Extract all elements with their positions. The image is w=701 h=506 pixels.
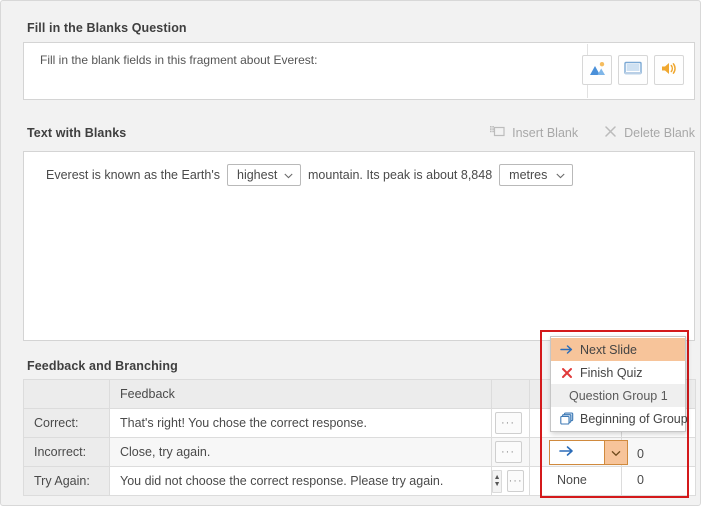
dropdown-item-label: Finish Quiz [580, 365, 643, 380]
arrow-right-icon [559, 344, 574, 355]
stepper-up-icon[interactable]: ▲ [494, 474, 501, 481]
row-feedback-correct[interactable]: That's right! You chose the correct resp… [109, 408, 492, 438]
blank-dropdown-1[interactable]: highest [227, 164, 301, 186]
branch-value-try-again[interactable]: None [557, 473, 587, 487]
group-copy-icon [559, 412, 574, 425]
media-toolbar [582, 55, 684, 85]
row-feedback-incorrect[interactable]: Close, try again. [109, 437, 492, 467]
quiz-editor-window: Fill in the Blanks Question Fill in the … [0, 0, 701, 506]
feedback-section-title: Feedback and Branching [27, 359, 178, 373]
branching-combobox[interactable] [549, 440, 628, 465]
arrow-right-icon [559, 445, 575, 460]
blank-dropdown-1-value: highest [237, 168, 278, 182]
question-text-box[interactable]: Fill in the blank fields in this fragmen… [23, 42, 695, 100]
row-more-incorrect: ··· [491, 437, 530, 467]
row-label-correct: Correct: [23, 408, 110, 438]
more-options-button[interactable]: ··· [494, 412, 522, 434]
dropdown-group-label: Question Group 1 [569, 388, 668, 403]
row-feedback-try-again[interactable]: You did not choose the correct response.… [109, 466, 492, 496]
header-blank [23, 379, 110, 409]
editor-content: Fill in the Blanks Question Fill in the … [9, 7, 696, 499]
branch-score-try-again[interactable]: 0 [637, 473, 644, 487]
video-button[interactable] [618, 55, 648, 85]
delete-blank-icon [604, 125, 617, 141]
dropdown-group-header-question-group-1: Question Group 1 [551, 384, 685, 407]
delete-blank-button[interactable]: Delete Blank [604, 125, 695, 141]
chevron-down-icon [556, 168, 565, 182]
blank-sentence: Everest is known as the Earth's highest … [42, 164, 576, 186]
table-row: Try Again: You did not choose the correc… [23, 466, 696, 496]
blank-dropdown-2[interactable]: metres [499, 164, 574, 186]
header-feedback: Feedback [109, 379, 492, 409]
header-more [491, 379, 530, 409]
branching-combobox-value [550, 445, 604, 460]
feedback-stepper[interactable]: ▲ ▼ [492, 469, 503, 493]
audio-icon [660, 61, 678, 79]
row-score-incorrect[interactable] [621, 437, 696, 467]
insert-blank-label: Insert Blank [512, 126, 579, 140]
video-icon [624, 61, 642, 79]
branch-score-incorrect[interactable]: 0 [637, 447, 644, 461]
blanks-toolbar: Insert Blank Delete Blank [23, 125, 695, 145]
dropdown-item-beginning-of-group[interactable]: Beginning of Group [551, 407, 688, 430]
dropdown-item-finish-quiz[interactable]: Finish Quiz [551, 361, 685, 384]
row-score-try-again[interactable] [621, 466, 696, 496]
audio-button[interactable] [654, 55, 684, 85]
image-button[interactable] [582, 55, 612, 85]
blanks-editor[interactable]: Everest is known as the Earth's highest … [23, 151, 695, 341]
dropdown-item-label: Next Slide [580, 342, 637, 357]
image-icon [589, 61, 606, 79]
sentence-part-1: Everest is known as the Earth's [46, 168, 220, 182]
chevron-down-icon [611, 446, 621, 460]
chevron-down-icon [284, 168, 293, 182]
sentence-part-2: mountain. Its peak is about 8,848 [308, 168, 493, 182]
dropdown-item-label: Beginning of Group [580, 411, 688, 426]
blank-dropdown-2-value: metres [509, 168, 548, 182]
question-text: Fill in the blank fields in this fragmen… [40, 53, 318, 67]
more-options-button[interactable]: ··· [494, 441, 522, 463]
stepper-down-icon[interactable]: ▼ [494, 481, 501, 488]
row-more-correct: ··· [491, 408, 530, 438]
branching-combobox-toggle[interactable] [604, 441, 627, 464]
dropdown-item-next-slide[interactable]: Next Slide [551, 338, 685, 361]
insert-blank-icon [490, 125, 505, 141]
branching-dropdown-menu: Next Slide Finish Quiz Question Group 1 [550, 336, 688, 432]
more-options-button[interactable]: ··· [507, 470, 524, 492]
x-mark-icon [559, 367, 574, 379]
insert-blank-button[interactable]: Insert Blank [490, 125, 578, 141]
row-more-try-again: ▲ ▼ ··· [491, 466, 530, 496]
row-label-incorrect: Incorrect: [23, 437, 110, 467]
row-label-try-again: Try Again: [23, 466, 110, 496]
question-section-title: Fill in the Blanks Question [27, 21, 187, 35]
delete-blank-label: Delete Blank [624, 126, 695, 140]
